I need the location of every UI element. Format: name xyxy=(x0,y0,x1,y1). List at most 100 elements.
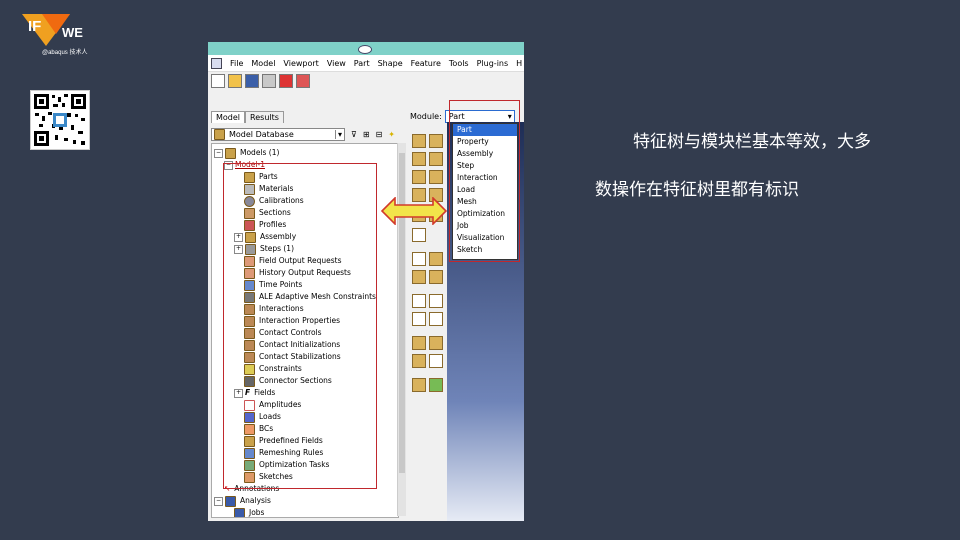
print-icon[interactable] xyxy=(262,74,276,88)
menu-view[interactable]: View xyxy=(327,59,346,68)
tree-label: Interaction Properties xyxy=(259,316,340,325)
open-folder-icon[interactable] xyxy=(228,74,242,88)
tree-node-analysis[interactable]: − Analysis xyxy=(214,495,271,507)
tree-node-sections[interactable]: Sections xyxy=(244,207,291,219)
create-shell-icon[interactable] xyxy=(412,170,426,184)
datum-csys-icon[interactable] xyxy=(429,312,443,326)
caption-line-1: 特征树与模块栏基本等效，大多 xyxy=(633,132,871,152)
tree-node-jobs[interactable]: Jobs xyxy=(234,507,264,517)
tree-node-steps[interactable]: + Steps (1) xyxy=(234,243,294,255)
model-database-label: Model Database xyxy=(229,130,294,139)
highlight-icon[interactable]: ✦ xyxy=(388,130,395,139)
query-icon[interactable] xyxy=(412,252,426,266)
tree-node-field-output-requests[interactable]: Field Output Requests xyxy=(244,255,342,267)
tree-node-fields[interactable]: + F Fields xyxy=(234,387,275,399)
tree-label: Connector Sections xyxy=(259,376,332,385)
tree-node-parts[interactable]: Parts xyxy=(244,171,278,183)
feature-manager-icon[interactable] xyxy=(412,270,426,284)
tree-node-interactions[interactable]: Interactions xyxy=(244,303,304,315)
tab-model[interactable]: Model xyxy=(211,111,246,123)
tree-node-predefined-fields[interactable]: Predefined Fields xyxy=(244,435,323,447)
tab-results[interactable]: Results xyxy=(245,111,284,123)
create-surface-icon[interactable] xyxy=(429,336,443,350)
save-database-icon[interactable] xyxy=(279,74,293,88)
expand-icon[interactable]: + xyxy=(234,388,243,398)
menu-file[interactable]: File xyxy=(230,59,243,68)
tree-node-assembly[interactable]: + Assembly xyxy=(234,231,296,243)
create-solid-revolve-icon[interactable] xyxy=(429,152,443,166)
datum-axis-icon[interactable] xyxy=(429,294,443,308)
field-output-icon xyxy=(244,255,255,267)
new-file-icon[interactable] xyxy=(211,74,225,88)
assign-icon[interactable] xyxy=(412,378,426,392)
collapse-icon[interactable]: − xyxy=(214,148,223,158)
model-database-select[interactable]: Model Database ▾ xyxy=(211,128,345,141)
tree-label: Optimization Tasks xyxy=(259,460,330,469)
menu-tools[interactable]: Tools xyxy=(449,59,469,68)
loads-icon xyxy=(244,411,255,423)
model-database-row: Model Database ▾ ⊽ ⊞ ⊟ ✦ xyxy=(211,128,401,141)
edit-sketch-icon[interactable] xyxy=(412,354,426,368)
collapse-tree-icon[interactable]: ⊟ xyxy=(376,130,383,139)
filter-icon[interactable]: ⊽ xyxy=(351,130,357,139)
part-manager-icon[interactable] xyxy=(429,134,443,148)
tree-node-constraints[interactable]: Constraints xyxy=(244,363,302,375)
datum-plane-icon[interactable] xyxy=(412,312,426,326)
menu-model[interactable]: Model xyxy=(251,59,275,68)
menu-plugins[interactable]: Plug-ins xyxy=(477,59,509,68)
tree-node-contact-stabilizations[interactable]: Contact Stabilizations xyxy=(244,351,341,363)
menu-part[interactable]: Part xyxy=(354,59,370,68)
open-database-icon[interactable] xyxy=(296,74,310,88)
create-solid-extrude-icon[interactable] xyxy=(412,152,426,166)
tree-node-annotations[interactable]: ↖ Annotations xyxy=(224,483,279,495)
expand-icon[interactable]: + xyxy=(234,244,243,254)
tree-node-ale-adaptive-mesh[interactable]: ALE Adaptive Mesh Constraints xyxy=(244,291,376,303)
tree-node-materials[interactable]: Materials xyxy=(244,183,293,195)
tree-node-optimization-tasks[interactable]: Optimization Tasks xyxy=(244,459,329,471)
app-menu-icon[interactable] xyxy=(211,57,222,69)
history-output-icon xyxy=(244,267,255,279)
tree-node-model-1[interactable]: − Model-1 xyxy=(224,159,265,171)
tree-node-contact-initializations[interactable]: Contact Initializations xyxy=(244,339,340,351)
tree-node-interaction-properties[interactable]: Interaction Properties xyxy=(244,315,340,327)
datum-point-icon[interactable] xyxy=(412,294,426,308)
tree-node-models[interactable]: − Models (1) xyxy=(214,147,279,159)
menu-bar: File Model Viewport View Part Shape Feat… xyxy=(208,55,524,72)
tree-node-calibrations[interactable]: Calibrations xyxy=(244,195,304,207)
create-wire-icon[interactable] xyxy=(429,170,443,184)
tree-node-sketches[interactable]: Sketches xyxy=(244,471,293,483)
menu-help[interactable]: H xyxy=(516,59,522,68)
menu-viewport[interactable]: Viewport xyxy=(283,59,318,68)
expand-icon[interactable]: + xyxy=(234,232,243,242)
tree-label: Field Output Requests xyxy=(259,256,342,265)
collapse-icon[interactable]: − xyxy=(224,160,233,170)
replace-icon[interactable] xyxy=(429,378,443,392)
tree-node-contact-controls[interactable]: Contact Controls xyxy=(244,327,322,339)
fields-icon: F xyxy=(245,388,251,397)
tree-node-profiles[interactable]: Profiles xyxy=(244,219,286,231)
parts-icon xyxy=(244,171,255,183)
tree-node-amplitudes[interactable]: Amplitudes xyxy=(244,399,301,411)
optimization-tasks-icon xyxy=(244,459,255,471)
annotations-icon: ↖ xyxy=(224,484,231,493)
tree-label: Sections xyxy=(259,208,291,217)
module-list-highlight-box xyxy=(449,100,520,262)
tools-icon[interactable] xyxy=(429,354,443,368)
tree-node-connector-sections[interactable]: Connector Sections xyxy=(244,375,332,387)
edit-feature-icon[interactable] xyxy=(429,252,443,266)
tree-node-history-output-requests[interactable]: History Output Requests xyxy=(244,267,351,279)
create-set-icon[interactable] xyxy=(412,336,426,350)
expand-tree-icon[interactable]: ⊞ xyxy=(363,130,370,139)
menu-feature[interactable]: Feature xyxy=(411,59,441,68)
tree-node-loads[interactable]: Loads xyxy=(244,411,281,423)
repair-geometry-icon[interactable] xyxy=(412,228,426,242)
save-icon[interactable] xyxy=(245,74,259,88)
tree-node-bcs[interactable]: BCs xyxy=(244,423,273,435)
menu-shape[interactable]: Shape xyxy=(378,59,403,68)
collapse-icon[interactable]: − xyxy=(214,496,223,506)
tree-node-remeshing-rules[interactable]: Remeshing Rules xyxy=(244,447,323,459)
create-part-icon[interactable] xyxy=(412,134,426,148)
tree-node-time-points[interactable]: Time Points xyxy=(244,279,302,291)
bcs-icon xyxy=(244,423,255,435)
regenerate-icon[interactable] xyxy=(429,270,443,284)
